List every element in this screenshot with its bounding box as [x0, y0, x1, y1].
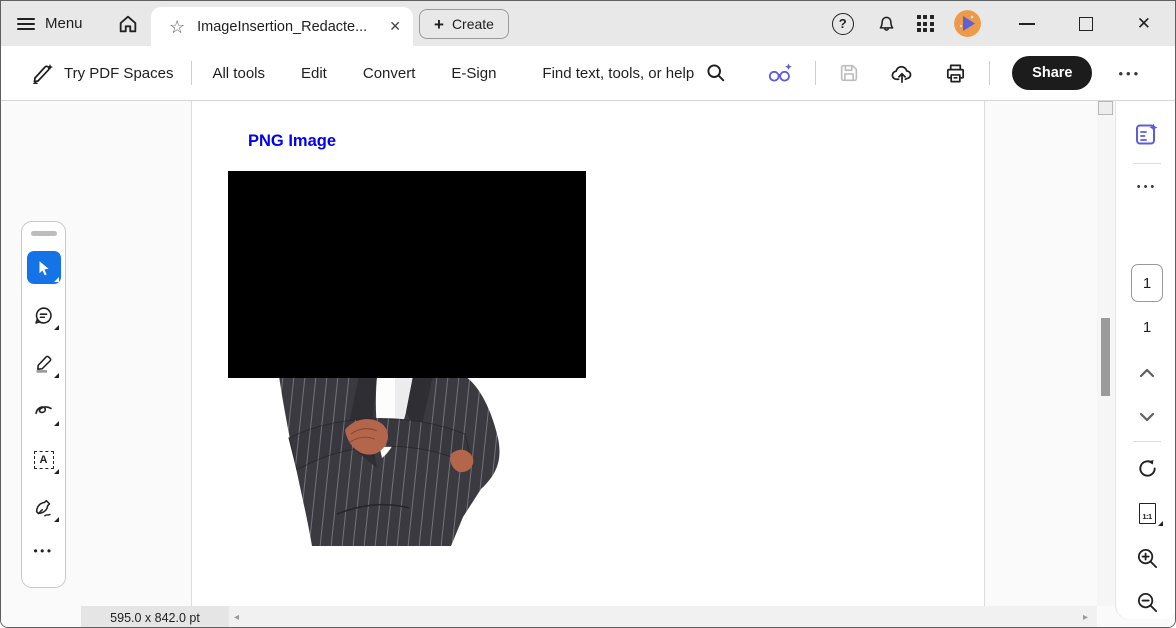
hamburger-icon — [17, 18, 35, 30]
profile-avatar[interactable] — [954, 10, 981, 37]
save-icon — [838, 62, 860, 84]
chevron-up-icon — [1138, 367, 1156, 379]
document-heading: PNG Image — [248, 132, 336, 151]
nav-esign[interactable]: E-Sign — [451, 65, 496, 82]
notifications-button[interactable] — [876, 13, 897, 34]
zoom-out-button[interactable] — [1116, 591, 1176, 614]
toolbar-divider — [191, 61, 192, 85]
find-search-control[interactable]: Find text, tools, or help — [542, 63, 726, 83]
person-photo — [267, 376, 507, 546]
fill-sign-icon — [33, 497, 55, 519]
select-tool-button[interactable] — [27, 251, 61, 284]
cursor-icon — [35, 259, 53, 277]
previous-page-button[interactable] — [1116, 367, 1176, 379]
ai-document-icon — [1134, 121, 1161, 148]
document-tab[interactable]: ☆ ImageInsertion_Redacte... ✕ — [151, 7, 413, 46]
horizontal-scrollbar[interactable] — [229, 606, 1097, 628]
window-close-button[interactable]: ✕ — [1137, 15, 1151, 32]
actual-size-button[interactable]: 1:1 — [1116, 503, 1176, 524]
document-canvas: PNG Image — [1, 101, 1176, 606]
menu-button[interactable]: Menu — [17, 15, 83, 32]
minimize-button[interactable] — [1019, 23, 1035, 25]
statusbar: 595.0 x 842.0 pt ◂ ▸ — [1, 606, 1176, 628]
rotate-page-button[interactable] — [1116, 457, 1176, 480]
right-panel-divider — [1133, 163, 1161, 164]
rotate-icon — [1136, 457, 1159, 480]
scroll-left-button[interactable]: ◂ — [234, 606, 239, 628]
apps-grid-icon — [917, 15, 934, 32]
maximize-icon — [1079, 17, 1093, 31]
try-pdf-spaces-label: Try PDF Spaces — [64, 65, 173, 82]
chevron-down-icon — [1138, 411, 1156, 423]
nav-convert[interactable]: Convert — [363, 65, 416, 82]
ai-assistant-icon — [768, 62, 793, 84]
current-page-box[interactable]: 1 — [1116, 264, 1176, 302]
save-button[interactable] — [838, 62, 860, 84]
tab-close-icon[interactable]: ✕ — [389, 18, 401, 35]
nav-edit[interactable]: Edit — [301, 65, 327, 82]
scroll-right-button[interactable]: ▸ — [1083, 606, 1088, 628]
draw-tool-button[interactable] — [27, 395, 61, 428]
try-pdf-spaces-button[interactable]: Try PDF Spaces — [31, 62, 173, 84]
comment-tool-button[interactable] — [27, 299, 61, 332]
add-text-tool-button[interactable]: A — [27, 443, 61, 476]
home-icon — [117, 13, 139, 35]
fill-sign-tool-button[interactable] — [27, 491, 61, 524]
ai-summary-button[interactable] — [1116, 121, 1176, 148]
draw-icon — [33, 401, 54, 422]
search-label: Find text, tools, or help — [542, 65, 694, 82]
cloud-upload-icon — [890, 62, 914, 85]
toolbar-divider-2 — [815, 61, 816, 85]
bell-icon — [876, 13, 897, 34]
panel-drag-handle[interactable] — [31, 231, 57, 236]
scroll-up-button[interactable] — [1098, 101, 1113, 115]
right-panel: ••• 1 1 1:1 — [1115, 101, 1176, 619]
right-panel-divider-2 — [1133, 441, 1161, 442]
help-button[interactable]: ? — [832, 13, 854, 35]
plus-icon: + — [434, 16, 444, 33]
vertical-scrollbar-thumb[interactable] — [1101, 318, 1110, 396]
right-panel-more-button[interactable]: ••• — [1116, 181, 1176, 193]
highlight-tool-button[interactable] — [27, 347, 61, 380]
print-button[interactable] — [944, 62, 967, 85]
total-pages-label: 1 — [1116, 319, 1176, 336]
star-icon[interactable]: ☆ — [169, 18, 185, 36]
zoom-out-icon — [1136, 591, 1159, 614]
highlighter-icon — [33, 353, 54, 374]
menu-label: Menu — [45, 15, 83, 32]
comment-icon — [33, 305, 54, 326]
current-page-value[interactable]: 1 — [1131, 264, 1163, 302]
pdf-page: PNG Image — [191, 101, 985, 606]
more-tools-button[interactable]: ••• — [33, 544, 53, 558]
maximize-button[interactable] — [1079, 17, 1093, 31]
toolbar-more-button[interactable]: ••• — [1118, 66, 1141, 81]
upload-cloud-button[interactable] — [890, 62, 914, 85]
home-button[interactable] — [117, 13, 139, 35]
titlebar-right-group: ? — [832, 1, 1175, 46]
create-button[interactable]: + Create — [419, 9, 509, 39]
toolbar: Try PDF Spaces All tools Edit Convert E-… — [1, 46, 1175, 101]
zoom-in-icon — [1136, 547, 1159, 570]
text-box-icon: A — [34, 451, 54, 469]
printer-icon — [944, 62, 967, 85]
pdf-spaces-icon — [31, 62, 55, 84]
minimize-icon — [1019, 23, 1035, 25]
page-size-indicator: 595.0 x 842.0 pt — [81, 606, 229, 628]
share-button[interactable]: Share — [1012, 56, 1092, 90]
ai-assistant-button[interactable] — [768, 62, 793, 84]
create-label: Create — [452, 16, 494, 32]
tab-title: ImageInsertion_Redacte... — [197, 19, 381, 35]
acrobat-window: Menu ☆ ImageInsertion_Redacte... ✕ + Cre… — [0, 0, 1176, 628]
redaction-black-box[interactable] — [228, 171, 586, 378]
titlebar: Menu ☆ ImageInsertion_Redacte... ✕ + Cre… — [1, 1, 1175, 46]
apps-grid-button[interactable] — [917, 15, 934, 32]
quick-tools-panel: A ••• — [21, 221, 66, 588]
next-page-button[interactable] — [1116, 411, 1176, 423]
nav-all-tools[interactable]: All tools — [212, 65, 265, 82]
one-to-one-icon: 1:1 — [1139, 503, 1156, 524]
toolbar-divider-3 — [989, 61, 990, 85]
search-icon — [706, 63, 726, 83]
vertical-scrollbar[interactable] — [1097, 101, 1114, 606]
zoom-in-button[interactable] — [1116, 547, 1176, 570]
